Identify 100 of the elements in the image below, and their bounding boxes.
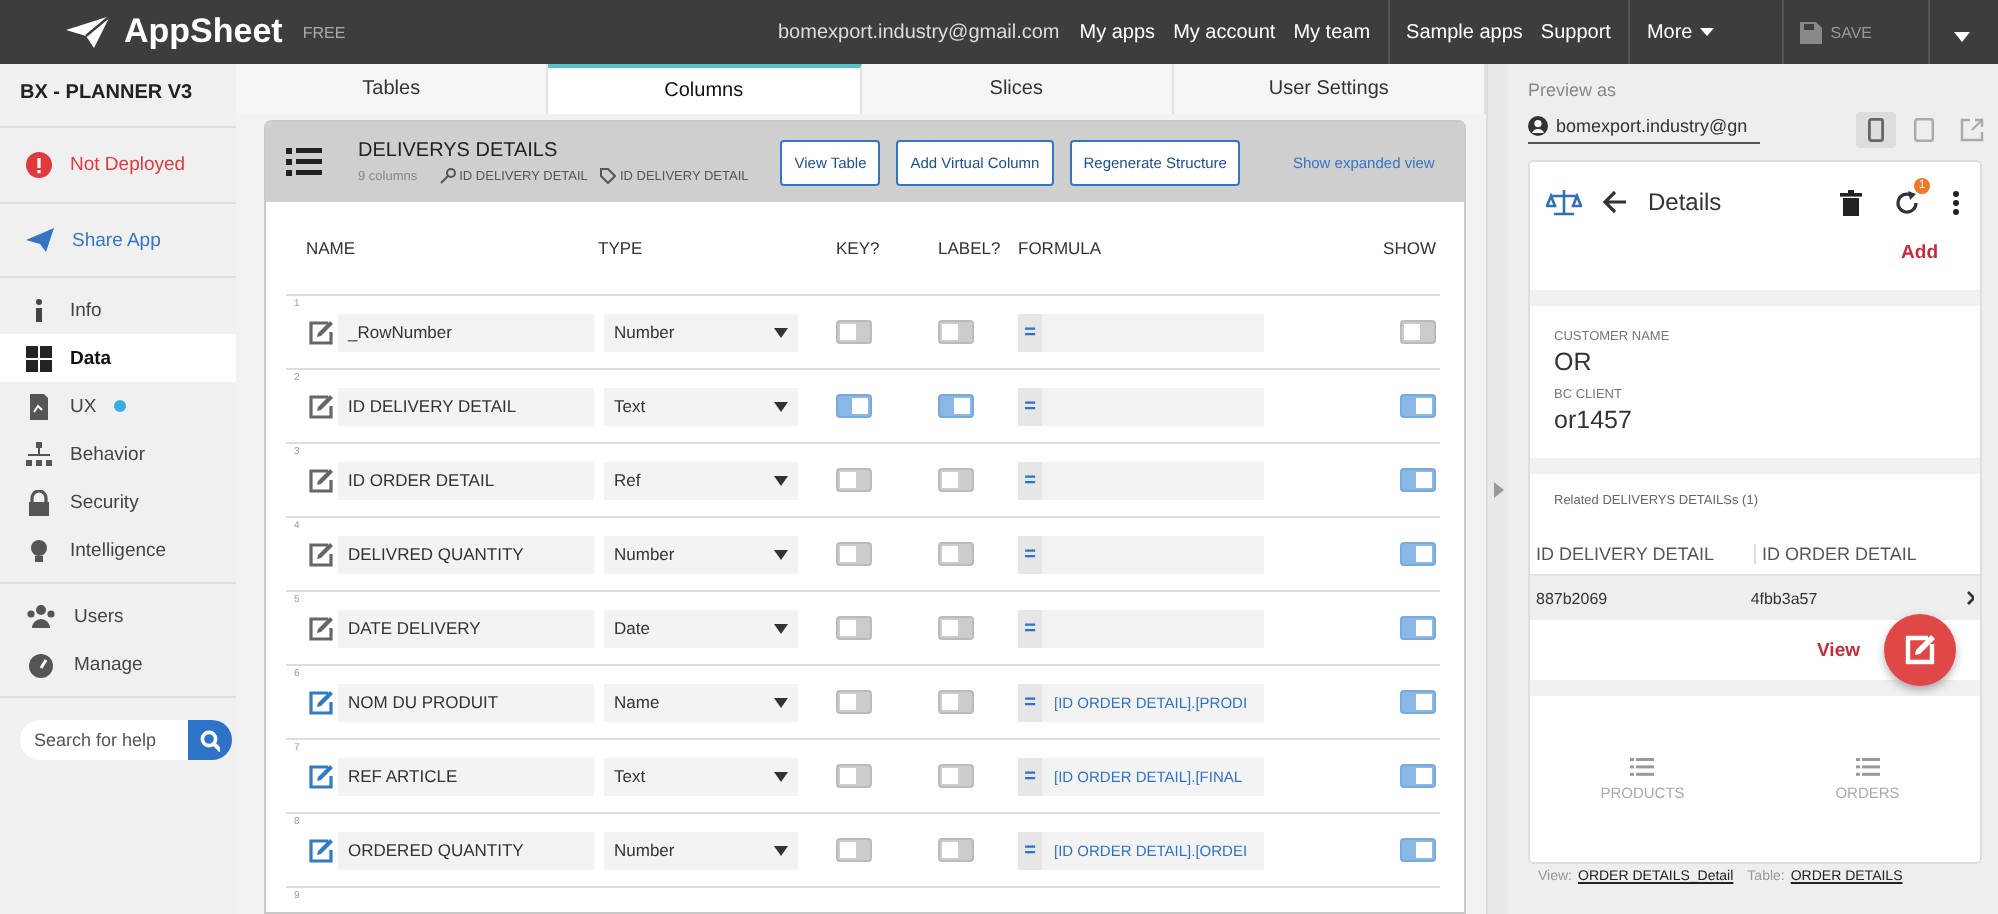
show-toggle[interactable] [1400,320,1436,344]
tab[interactable]: Columns [548,64,861,114]
preview-user-field[interactable]: bomexport.industry@gn [1528,116,1760,144]
related-cell-text: 887b2069 [1536,589,1610,607]
column-name-field[interactable]: ID DELIVERY DETAIL [338,387,594,425]
key-toggle[interactable] [836,468,872,492]
formula-field[interactable]: = [1018,313,1264,351]
show-toggle[interactable] [1400,690,1436,714]
sidebar-item[interactable]: Intelligence [0,526,236,574]
sync-icon[interactable] [1894,189,1920,215]
key-toggle[interactable] [836,320,872,344]
sidebar-item[interactable]: Users [0,592,236,640]
edit-icon[interactable] [307,467,333,493]
more-menu[interactable]: More [1646,21,1715,43]
sidebar-item[interactable]: Security [0,478,236,526]
edit-icon[interactable] [307,837,333,863]
list-icon [286,148,322,176]
caret-icon [774,697,788,707]
caret-icon [774,623,788,633]
nav-link[interactable]: My account [1173,21,1276,43]
share-app-link[interactable]: Share App [0,216,236,264]
key-toggle[interactable] [836,838,872,862]
tag-icon [599,168,616,184]
type-dropdown[interactable]: Number [604,831,798,869]
edit-icon[interactable] [307,615,333,641]
edit-icon[interactable] [307,541,333,567]
phone-view-button[interactable] [1856,112,1896,148]
show-toggle[interactable] [1400,468,1436,492]
hierarchy-icon [26,441,52,467]
view-action[interactable]: View [1817,639,1860,661]
phone-icon [1868,118,1884,142]
list-icon [1855,757,1880,775]
formula-field[interactable]: = [1018,609,1264,647]
sidebar-item[interactable]: Manage [0,640,236,688]
nav-link[interactable]: My team [1293,21,1371,43]
type-dropdown[interactable]: Text [604,387,798,425]
edit-fab[interactable] [1884,614,1956,686]
column-name-field[interactable]: REF ARTICLE [338,757,594,795]
back-arrow-icon[interactable] [1602,190,1628,214]
trash-icon[interactable] [1840,189,1862,215]
status-dot [114,400,127,412]
help-search-field[interactable]: Search for help [20,720,188,760]
nav-link[interactable]: Sample apps [1406,21,1523,43]
column-name-field[interactable]: NOM DU PRODUIT [338,683,594,721]
save-button[interactable]: SAVE [1800,21,1872,43]
type-dropdown[interactable]: Number [604,313,798,351]
key-toggle[interactable] [836,542,872,566]
caret-icon [774,475,788,485]
show-toggle[interactable] [1400,394,1436,418]
column-name-field[interactable]: ID ORDER DETAIL [338,461,594,499]
edit-icon[interactable] [307,689,333,715]
related-column-header: ID DELIVERY DETAIL [1536,544,1717,564]
formula-field[interactable]: = [1018,535,1264,573]
type-dropdown[interactable]: Text [604,757,798,795]
related-row[interactable]: 887b2069 4fbb3a57 [1530,574,1980,620]
label-toggle[interactable] [938,690,974,714]
label-toggle[interactable] [938,542,974,566]
search-button[interactable] [188,720,232,760]
sidebar-item[interactable]: Behavior [0,430,236,478]
type-dropdown[interactable]: Name [604,683,798,721]
show-toggle[interactable] [1400,764,1436,788]
nav-link[interactable]: My apps [1079,21,1156,43]
label-toggle[interactable] [938,838,974,862]
type-dropdown[interactable]: Ref [604,461,798,499]
column-header: TYPE [598,238,645,258]
document-icon [26,393,52,419]
label-toggle[interactable] [938,468,974,492]
sidebar-item[interactable]: UX [0,382,236,430]
formula-field[interactable]: = [1018,387,1264,425]
label-toggle[interactable] [938,394,974,418]
caret-icon [1493,481,1503,497]
key-toggle[interactable] [836,690,872,714]
brand-name: AppSheet [124,12,283,52]
type-dropdown[interactable]: Date [604,609,798,647]
key-toggle[interactable] [836,616,872,640]
type-dropdown[interactable]: Number [604,535,798,573]
column-name-field[interactable]: _RowNumber [338,313,594,351]
nav-link[interactable]: Support [1540,21,1611,43]
show-toggle[interactable] [1400,616,1436,640]
key-toggle[interactable] [836,394,872,418]
show-toggle[interactable] [1400,838,1436,862]
add-action[interactable]: Add [1901,242,1938,290]
show-toggle[interactable] [1400,542,1436,566]
column-name-field[interactable]: DATE DELIVERY [338,609,594,647]
column-name-field[interactable]: ORDERED QUANTITY [338,831,594,869]
edit-icon[interactable] [307,763,333,789]
edit-icon[interactable] [307,319,333,345]
sidebar-item[interactable]: Data [0,334,236,382]
column-name-field[interactable]: DELIVRED QUANTITY [338,535,594,573]
more-vertical-icon[interactable] [1952,189,1960,215]
key-toggle[interactable] [836,764,872,788]
sidebar-item[interactable]: Info [0,286,236,334]
label-toggle[interactable] [938,616,974,640]
tablet-icon [1914,118,1934,142]
formula-field[interactable]: = [1018,461,1264,499]
label-toggle[interactable] [938,320,974,344]
label-toggle[interactable] [938,764,974,788]
caret-icon [774,327,788,337]
edit-icon[interactable] [307,393,333,419]
deploy-status-link[interactable]: Not Deployed [0,140,236,190]
